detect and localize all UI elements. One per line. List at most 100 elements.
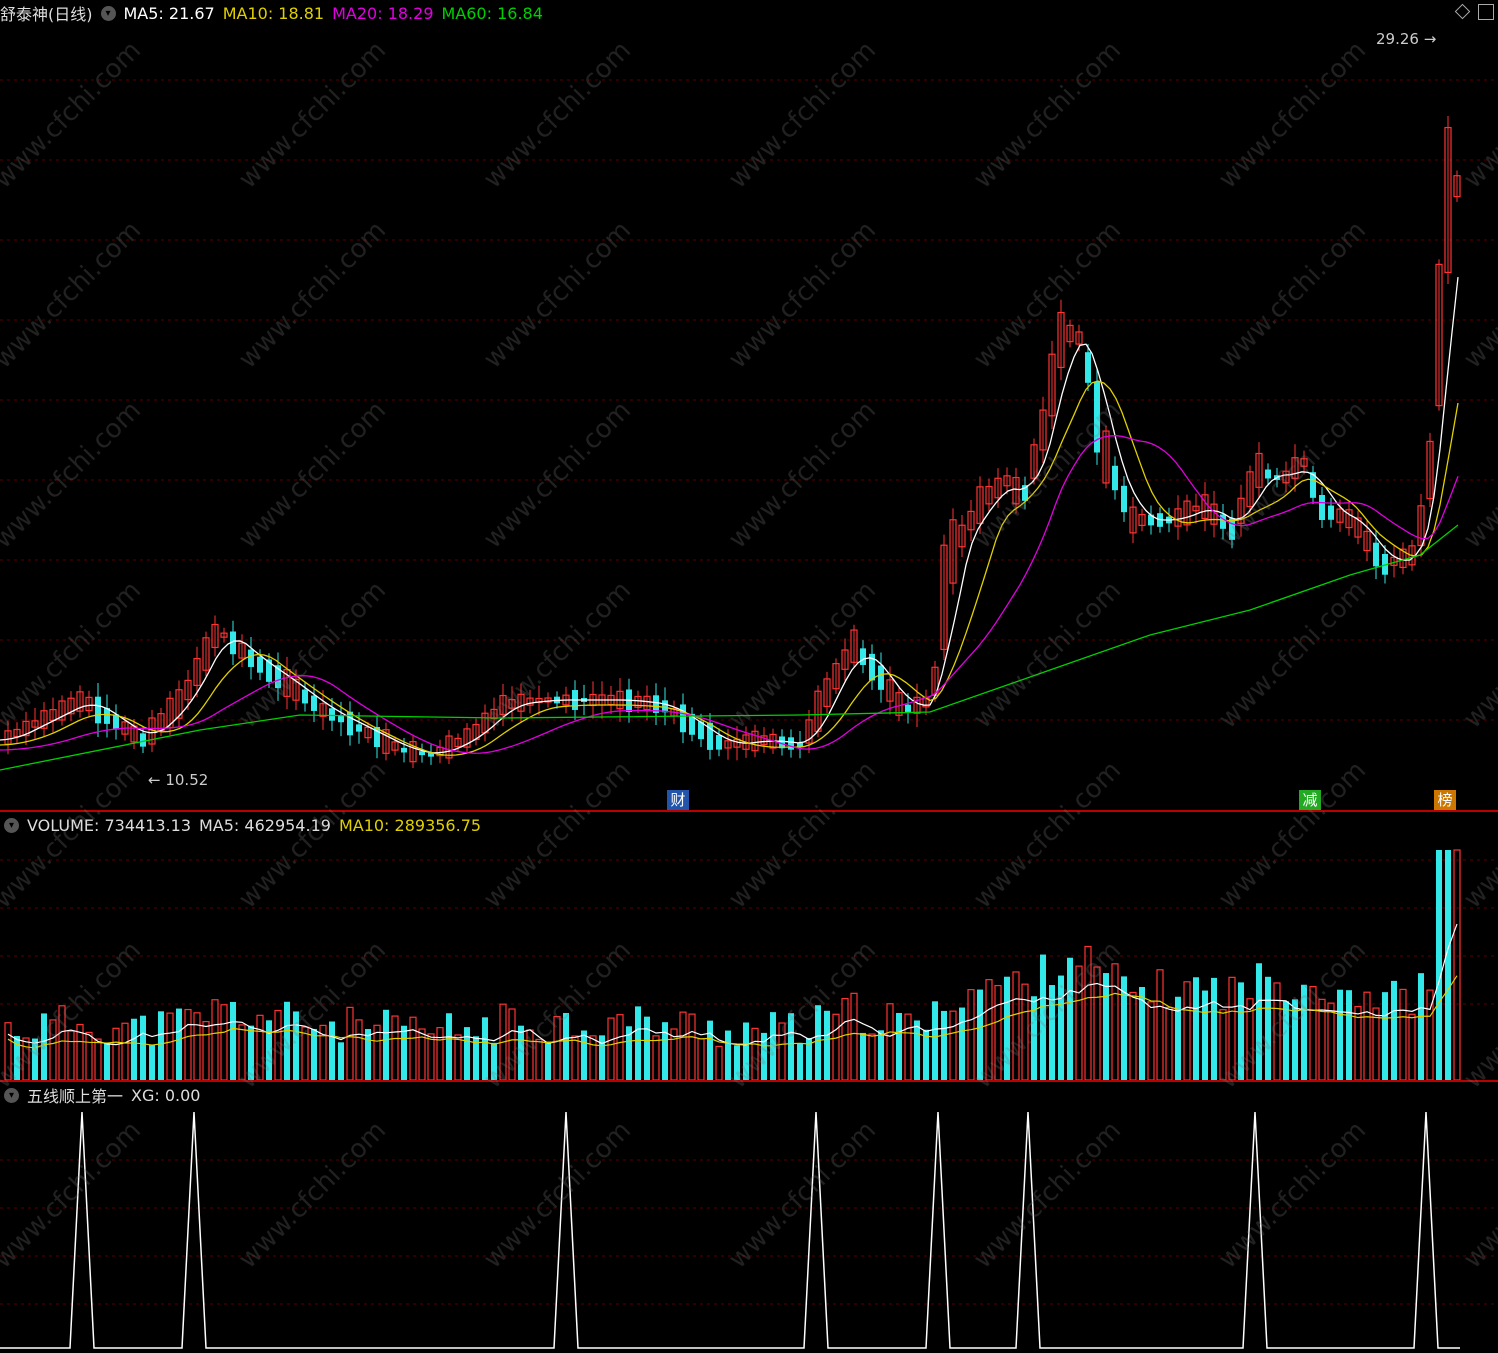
volume-bar <box>778 1022 786 1080</box>
volume-bar <box>904 1013 912 1080</box>
volume-bar <box>293 1011 299 1080</box>
volume-bar <box>284 1001 290 1080</box>
volume-bar <box>1301 984 1307 1080</box>
badge-finance[interactable]: 财 <box>667 790 689 810</box>
ma60-label: MA60: 16.84 <box>441 3 543 23</box>
volume-bar <box>589 1035 597 1080</box>
volume-bar <box>67 1030 75 1080</box>
volume-bar <box>121 1022 129 1080</box>
volume-bar <box>1265 976 1271 1080</box>
volume-bar <box>518 1025 524 1080</box>
volume-bar <box>652 1035 660 1080</box>
ma5-line <box>0 277 1459 754</box>
volume-bar <box>688 1013 696 1080</box>
volume-bar <box>32 1038 38 1080</box>
indicator-chart[interactable] <box>0 1082 1498 1353</box>
volume-bar <box>832 1013 840 1080</box>
volume-toggle-icon[interactable]: ▾ <box>4 817 19 833</box>
volume-bar <box>436 1027 444 1080</box>
candle-body <box>1094 381 1100 453</box>
candle-body <box>1319 495 1325 520</box>
settings-toggle-icon[interactable]: ▾ <box>100 5 116 21</box>
volume-bar <box>977 989 983 1080</box>
indicator-panel[interactable]: ▾ 五线顺上第一 XG: 0.00 <box>0 1082 1498 1353</box>
volume-bar <box>563 1012 569 1080</box>
diamond-icon[interactable] <box>1454 3 1471 20</box>
candle-body <box>248 649 254 667</box>
volume-bar <box>311 1028 317 1080</box>
volume-bar <box>553 1016 561 1080</box>
price-panel[interactable]: 舒泰神(日线) ▾ MA5: 21.67 MA10: 18.81 MA20: 1… <box>0 0 1498 811</box>
volume-bar <box>985 979 993 1080</box>
volume-bar <box>1399 988 1407 1080</box>
price-header: 舒泰神(日线) ▾ MA5: 21.67 MA10: 18.81 MA20: 1… <box>0 0 551 26</box>
volume-bar <box>959 1007 965 1080</box>
volume-bar <box>679 1011 687 1080</box>
low-price-label: ← 10.52 <box>148 771 209 789</box>
volume-bar <box>1382 992 1388 1080</box>
volume-bar <box>211 999 219 1080</box>
volume-bar <box>202 1020 210 1080</box>
indicator-xg: XG: 0.00 <box>131 1085 201 1105</box>
volume-bar <box>914 1020 920 1080</box>
volume-bar <box>635 1006 641 1080</box>
ma5-label: MA5: 21.67 <box>123 3 215 23</box>
volume-ma5-label: MA5: 462954.19 <box>199 815 331 835</box>
maximize-icon[interactable] <box>1478 4 1494 20</box>
volume-bar <box>1408 1013 1416 1080</box>
volume-bar <box>112 1027 120 1080</box>
ma10-label: MA10: 18.81 <box>222 3 325 23</box>
candle-body <box>338 715 344 723</box>
candle-body <box>1085 352 1091 383</box>
volume-bar <box>751 1027 759 1080</box>
volume-bar <box>193 1012 201 1080</box>
indicator-toggle-icon[interactable]: ▾ <box>4 1087 19 1103</box>
candle-body <box>257 656 263 673</box>
volume-bar <box>1103 973 1109 1080</box>
stock-title: 舒泰神(日线) <box>0 5 93 24</box>
volume-bar <box>1193 977 1199 1080</box>
ma60-line <box>0 524 1459 771</box>
volume-bar <box>715 1045 723 1080</box>
volume-bar <box>4 1022 12 1080</box>
candle-body <box>401 747 407 753</box>
volume-bar <box>734 1045 740 1080</box>
badge-reduce[interactable]: 减 <box>1299 790 1321 810</box>
volume-bar <box>932 1001 938 1080</box>
candle-body <box>1229 518 1235 540</box>
high-price-label: 29.26 → <box>1376 30 1437 48</box>
volume-bar <box>365 1029 371 1080</box>
volume-bar <box>707 1020 713 1080</box>
volume-bar <box>1156 969 1164 1080</box>
volume-bar <box>824 1010 830 1080</box>
volume-bar <box>41 1013 47 1080</box>
volume-bar <box>967 989 975 1080</box>
volume-bar <box>409 1016 417 1080</box>
candlestick-chart[interactable] <box>0 0 1498 811</box>
volume-bar <box>1372 1007 1380 1080</box>
volume-bar <box>949 1010 957 1080</box>
volume-bar <box>238 1024 246 1080</box>
volume-bar <box>1346 990 1352 1080</box>
volume-bar <box>662 1022 668 1080</box>
candle-body <box>1373 542 1379 567</box>
volume-bar <box>1228 976 1236 1080</box>
candle-body <box>356 724 362 732</box>
candle-body <box>104 708 110 724</box>
indicator-name: 五线顺上第一 <box>27 1087 124 1106</box>
volume-bar <box>1021 983 1029 1080</box>
badge-rank[interactable]: 榜 <box>1434 790 1456 810</box>
candle-body <box>878 665 884 690</box>
volume-panel[interactable]: ▾ VOLUME: 734413.13 MA5: 462954.19 MA10:… <box>0 812 1498 1080</box>
volume-bar <box>149 1045 155 1080</box>
volume-bar <box>994 984 1002 1080</box>
volume-bar <box>1436 850 1442 1080</box>
volume-bar <box>878 1030 884 1080</box>
volume-chart[interactable] <box>0 812 1498 1080</box>
volume-bar <box>104 1043 110 1080</box>
volume-bar <box>526 1029 534 1080</box>
ma20-line <box>0 435 1459 754</box>
volume-bar <box>788 1013 794 1080</box>
volume-bar <box>391 1015 399 1080</box>
volume-bar <box>1273 982 1281 1080</box>
